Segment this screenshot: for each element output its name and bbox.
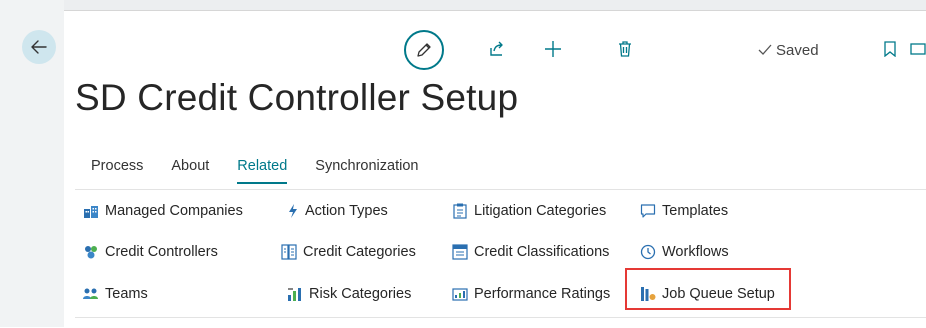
bookmark-button[interactable]	[880, 38, 900, 60]
companies-icon	[83, 203, 99, 219]
action-tabs: Process About Related Synchronization	[91, 156, 446, 184]
action-risk-categories[interactable]: Risk Categories	[287, 282, 411, 306]
workflows-icon	[640, 244, 656, 260]
action-teams[interactable]: Teams	[83, 282, 148, 306]
classifications-icon	[452, 244, 468, 260]
share-button[interactable]	[484, 36, 510, 62]
actions-divider	[75, 317, 926, 318]
action-credit-controllers[interactable]: Credit Controllers	[83, 240, 218, 264]
action-label: Credit Classifications	[474, 244, 610, 260]
pencil-icon	[417, 43, 431, 57]
action-label: Action Types	[305, 203, 388, 219]
share-icon	[490, 41, 503, 56]
action-label: Credit Controllers	[105, 244, 218, 260]
action-label: Risk Categories	[309, 286, 412, 302]
checkmark-icon	[758, 44, 772, 55]
action-workflows[interactable]: Workflows	[640, 240, 729, 264]
window-icon	[910, 43, 926, 55]
tab-about[interactable]: About	[171, 156, 209, 180]
action-label: Performance Ratings	[474, 286, 611, 302]
bookmark-icon	[884, 41, 896, 57]
save-status: Saved	[758, 40, 819, 60]
litigation-icon	[452, 203, 468, 219]
performance-icon	[452, 286, 468, 302]
action-credit-classifications[interactable]: Credit Classifications	[452, 240, 609, 264]
action-litigation-categories[interactable]: Litigation Categories	[452, 199, 606, 223]
action-performance-ratings[interactable]: Performance Ratings	[452, 282, 610, 306]
action-label: Workflows	[662, 244, 729, 260]
teams-icon	[83, 286, 99, 302]
page-toolbar: Saved	[0, 26, 926, 70]
tabs-divider	[75, 189, 926, 190]
action-credit-categories[interactable]: Credit Categories	[281, 240, 416, 264]
delete-button[interactable]	[612, 36, 638, 62]
edit-button[interactable]	[404, 30, 444, 70]
action-label: Templates	[662, 203, 729, 219]
tab-synchronization[interactable]: Synchronization	[315, 156, 418, 180]
action-action-types[interactable]: Action Types	[287, 199, 388, 223]
add-button[interactable]	[540, 36, 566, 62]
credit-categories-icon	[281, 244, 297, 260]
open-new-window-button[interactable]	[910, 38, 926, 60]
action-templates[interactable]: Templates	[640, 199, 728, 223]
action-label: Teams	[105, 286, 148, 302]
window-top-frame	[0, 0, 926, 10]
action-label: Litigation Categories	[474, 203, 607, 219]
action-label: Managed Companies	[105, 203, 243, 219]
save-status-label: Saved	[776, 41, 819, 59]
lightning-icon	[287, 203, 299, 219]
risk-categories-icon	[287, 286, 303, 302]
action-managed-companies[interactable]: Managed Companies	[83, 199, 243, 223]
action-label: Credit Categories	[303, 244, 416, 260]
tab-related[interactable]: Related	[237, 156, 287, 184]
trash-icon	[619, 41, 631, 57]
page-title: SD Credit Controller Setup	[75, 77, 519, 118]
controllers-icon	[83, 244, 99, 260]
highlight-annotation	[625, 268, 791, 310]
tab-process[interactable]: Process	[91, 156, 143, 180]
templates-icon	[640, 203, 656, 219]
plus-icon	[545, 41, 561, 57]
